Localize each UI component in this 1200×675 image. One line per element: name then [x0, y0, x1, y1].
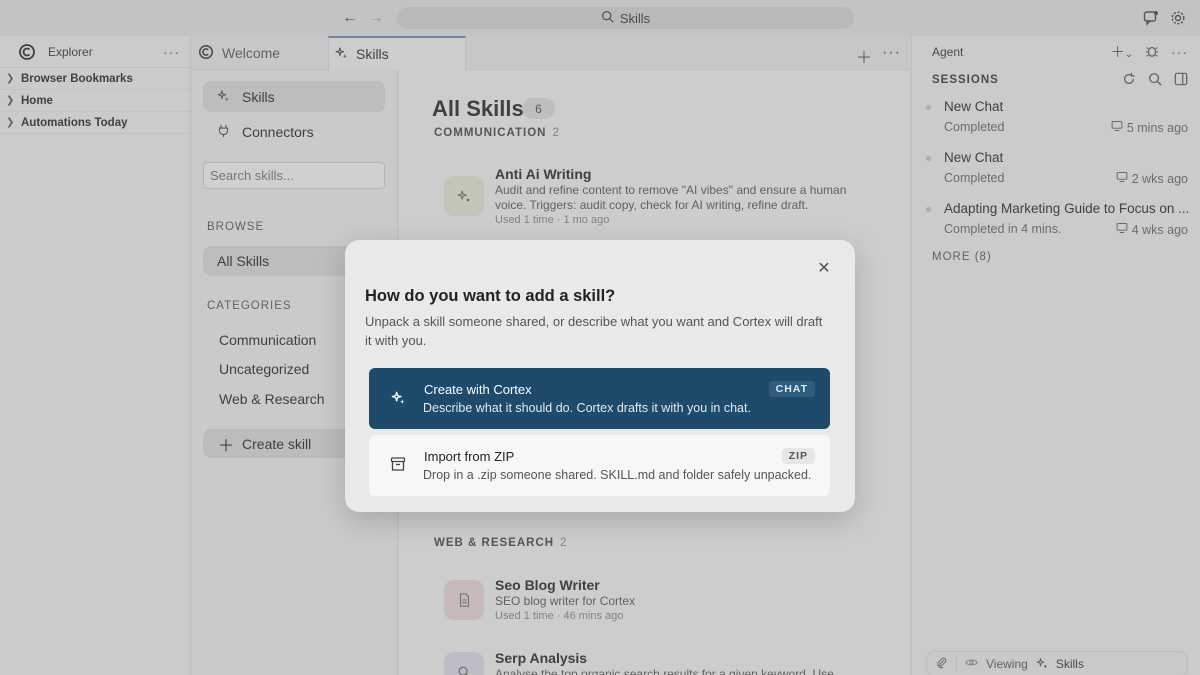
dialog-subtitle: Unpack a skill someone shared, or descri… [365, 314, 823, 348]
import-from-zip-option[interactable]: Import from ZIP Drop in a .zip someone s… [369, 435, 830, 496]
sparkles-icon [389, 388, 407, 406]
create-with-cortex-option[interactable]: Create with Cortex Describe what it shou… [369, 368, 830, 429]
add-skill-dialog: ✕ How do you want to add a skill? Unpack… [345, 240, 855, 512]
chat-badge: CHAT [768, 381, 815, 397]
close-icon[interactable]: ✕ [815, 260, 833, 278]
dialog-title: How do you want to add a skill? [365, 287, 616, 305]
archive-icon [389, 455, 407, 473]
zip-badge: ZIP [781, 448, 815, 464]
